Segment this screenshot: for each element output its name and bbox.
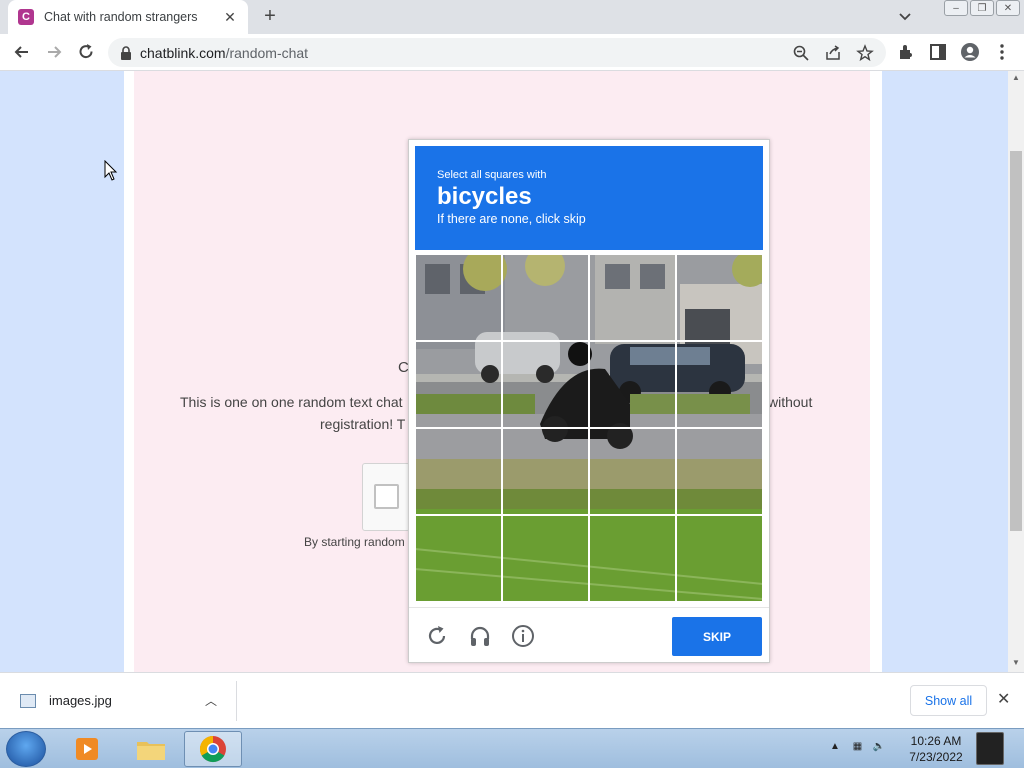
back-icon[interactable] [12, 42, 32, 62]
captcha-image-grid [415, 254, 763, 602]
share-icon[interactable] [824, 44, 842, 62]
user-avatar-tile[interactable] [976, 732, 1004, 765]
address-bar[interactable]: chatblink.com/random-chat [108, 38, 886, 67]
extensions-icon[interactable] [896, 42, 916, 62]
reload-page-icon[interactable] [76, 42, 96, 62]
downloads-bar: images.jpg ︿ Show all ✕ [0, 672, 1024, 728]
captcha-prompt: Select all squares with [437, 169, 547, 181]
close-window-button[interactable]: ✕ [996, 0, 1020, 16]
windows-taskbar: ▲ ▦ 🔈 10:26 AM 7/23/2022 [0, 728, 1024, 768]
lock-icon[interactable] [120, 45, 132, 60]
side-panel-icon[interactable] [928, 42, 948, 62]
captcha-tile-8[interactable] [676, 341, 763, 428]
bookmark-star-icon[interactable] [856, 44, 874, 62]
captcha-header: Select all squares with bicycles If ther… [415, 146, 763, 250]
captcha-challenge-dialog: Select all squares with bicycles If ther… [408, 139, 770, 663]
tab-close-icon[interactable]: ✕ [222, 9, 238, 26]
reload-icon[interactable] [425, 624, 449, 648]
restore-button[interactable]: ❐ [970, 0, 994, 16]
site-favicon-icon: C [18, 9, 34, 25]
scroll-up-icon[interactable]: ▲ [1012, 73, 1020, 82]
captcha-tile-5[interactable] [415, 341, 502, 428]
browser-menu-icon[interactable] [992, 42, 1012, 62]
captcha-tile-11[interactable] [589, 428, 676, 515]
captcha-tile-12[interactable] [676, 428, 763, 515]
zoom-icon[interactable] [792, 44, 810, 62]
info-icon[interactable] [511, 624, 535, 648]
scrollbar-thumb[interactable] [1010, 151, 1022, 531]
media-player-icon[interactable] [58, 731, 116, 767]
captcha-footer: SKIP [409, 607, 769, 663]
captcha-target-object: bicycles [437, 183, 532, 210]
network-icon[interactable]: ▦ [853, 741, 862, 752]
captcha-tile-16[interactable] [676, 515, 763, 602]
captcha-tile-6[interactable] [502, 341, 589, 428]
system-tray: ▲ ▦ 🔈 [830, 741, 885, 752]
show-all-button[interactable]: Show all [910, 685, 987, 716]
window-controls: – ❐ ✕ [944, 0, 1020, 16]
captcha-tile-2[interactable] [502, 254, 589, 341]
captcha-tile-13[interactable] [415, 515, 502, 602]
clock-date: 7/23/2022 [909, 750, 963, 764]
download-file-name[interactable]: images.jpg [49, 693, 112, 708]
url-text[interactable]: chatblink.com/random-chat [140, 45, 308, 61]
tab-title: Chat with random strangers [44, 10, 198, 24]
tab-search-icon[interactable] [896, 7, 914, 25]
captcha-tile-4[interactable] [676, 254, 763, 341]
captcha-tile-7[interactable] [589, 341, 676, 428]
tab-strip: C Chat with random strangers ✕ + – ❐ ✕ [0, 0, 1024, 34]
start-button[interactable] [6, 731, 46, 767]
url-path: /random-chat [225, 44, 309, 61]
intro-text-line2: registration! T [320, 416, 406, 432]
url-domain: chatblink.com [140, 44, 226, 61]
chevron-up-icon[interactable]: ︿ [205, 692, 217, 709]
new-tab-icon[interactable]: + [258, 5, 282, 28]
minimize-button[interactable]: – [944, 0, 968, 16]
recaptcha-checkbox[interactable] [374, 484, 399, 509]
captcha-tile-1[interactable] [415, 254, 502, 341]
captcha-tile-10[interactable] [502, 428, 589, 515]
image-file-icon [20, 694, 36, 708]
browser-tab-active[interactable]: C Chat with random strangers ✕ [8, 0, 248, 34]
forward-icon[interactable] [44, 42, 64, 62]
volume-icon[interactable]: 🔈 [873, 741, 885, 752]
intro-text-end: without [768, 394, 813, 410]
captcha-tile-15[interactable] [589, 515, 676, 602]
skip-button[interactable]: SKIP [672, 617, 762, 656]
taskbar-clock[interactable]: 10:26 AM 7/23/2022 [904, 733, 968, 765]
captcha-tile-3[interactable] [589, 254, 676, 341]
mouse-cursor-icon [104, 160, 118, 181]
captcha-tile-9[interactable] [415, 428, 502, 515]
clock-time: 10:26 AM [910, 734, 962, 748]
file-explorer-icon[interactable] [122, 731, 180, 767]
captcha-hint: If there are none, click skip [437, 212, 586, 226]
scroll-down-icon[interactable]: ▼ [1012, 658, 1020, 667]
terms-text: By starting random [304, 535, 405, 549]
intro-text: This is one on one random text chat [180, 394, 403, 410]
show-hidden-icons-icon[interactable]: ▲ [830, 741, 840, 752]
browser-toolbar: chatblink.com/random-chat [0, 34, 1024, 71]
audio-icon[interactable] [468, 624, 492, 648]
chrome-icon[interactable] [184, 731, 242, 767]
close-downloads-icon[interactable]: ✕ [997, 689, 1010, 709]
recaptcha-widget [362, 463, 410, 531]
download-item[interactable]: images.jpg ︿ [0, 681, 237, 721]
captcha-tile-14[interactable] [502, 515, 589, 602]
profile-avatar-icon[interactable] [960, 42, 980, 62]
page-scrollbar[interactable]: ▲ ▼ [1008, 71, 1024, 672]
